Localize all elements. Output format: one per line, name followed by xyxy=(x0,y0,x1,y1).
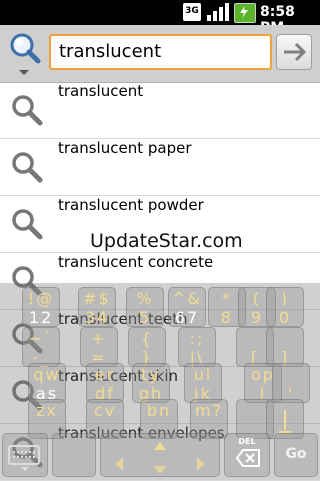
key-top: { xyxy=(140,329,154,348)
magnifier-icon xyxy=(10,33,41,75)
key[interactable]: ) 0 xyxy=(266,287,304,327)
watermark: UpdateStar.com xyxy=(90,230,243,252)
status-bar: 3G 8:58 PM xyxy=(0,0,320,36)
direction-arrows-icon xyxy=(115,442,205,474)
keyboard-icon xyxy=(8,445,40,471)
delete-label: DEL xyxy=(238,437,256,446)
search-icon xyxy=(12,152,43,183)
suggestion-text: translucent powder xyxy=(58,196,204,214)
key-top: zx xyxy=(36,401,58,420)
battery-charging-icon xyxy=(234,3,256,23)
suggestion-item[interactable]: translucent xyxy=(0,82,320,139)
key[interactable]: ^& 67 xyxy=(168,287,206,327)
symbols-toggle-button[interactable] xyxy=(52,433,96,477)
suggestion-text: translucent xyxy=(58,82,144,100)
signal-strength-icon xyxy=(207,3,229,21)
go-button[interactable]: Go xyxy=(274,433,318,477)
key-top: + xyxy=(91,329,107,348)
chevron-down-icon xyxy=(19,70,29,75)
suggestion-item[interactable]: translucent paper xyxy=(0,139,320,196)
search-header: translucent xyxy=(0,25,320,83)
suggestion-text: translucent concrete xyxy=(58,253,214,271)
key-top: qw xyxy=(33,365,61,384)
key[interactable]: % 5 xyxy=(126,287,164,327)
key-top: m? xyxy=(194,401,224,420)
go-label: Go xyxy=(285,446,307,462)
key-top: :; xyxy=(189,329,205,348)
key-top: % xyxy=(136,289,154,308)
key-top: ty xyxy=(141,365,161,384)
search-input[interactable]: translucent xyxy=(49,34,272,70)
network-3g-icon: 3G xyxy=(183,3,201,21)
key-top: ^& xyxy=(172,289,202,308)
key-top: !@ xyxy=(27,289,55,308)
key-top: ui xyxy=(193,365,213,384)
key[interactable]: #$ 34 xyxy=(78,287,116,327)
on-screen-keyboard: !@ 12 #$ 34 % 5 ^& 67 * 8 (9 ) 0 ~` -_ + = {} :;… xyxy=(0,283,320,480)
key-top: er xyxy=(94,365,116,384)
key-top: ~` xyxy=(28,329,54,348)
suggestion-text: translucent paper xyxy=(58,139,192,157)
arrow-right-icon xyxy=(284,42,307,62)
search-icon xyxy=(12,95,43,126)
key[interactable]: !@ 12 xyxy=(22,287,60,327)
search-icon xyxy=(12,209,43,240)
search-go-button[interactable] xyxy=(276,34,312,70)
key-top: cv xyxy=(93,401,117,420)
key-top: #$ xyxy=(83,289,111,308)
delete-button[interactable]: DEL xyxy=(224,433,270,477)
search-source-selector[interactable] xyxy=(5,30,43,76)
key-top: bn xyxy=(146,401,172,420)
key-top: ) xyxy=(280,289,290,308)
dpad-button[interactable] xyxy=(100,433,220,477)
keyboard-hide-button[interactable] xyxy=(2,433,48,477)
